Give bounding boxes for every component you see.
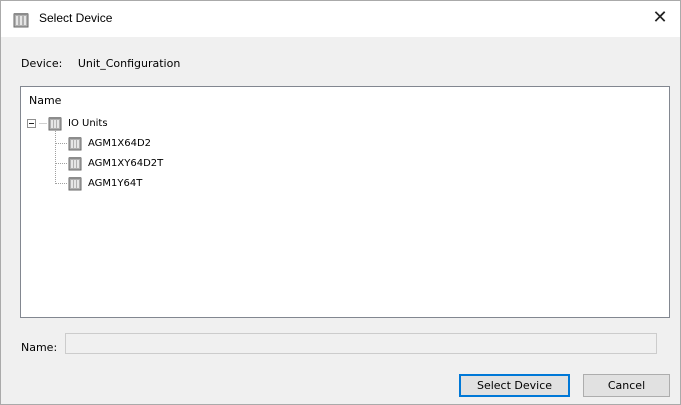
close-icon: ✕ <box>652 7 668 28</box>
tree-node-label: AGM1Y64T <box>88 177 143 189</box>
module-icon <box>68 156 82 170</box>
title-bar: Select Device ✕ <box>1 1 680 37</box>
tree-node-agm1x64d2[interactable]: AGM1X64D2 <box>68 135 151 151</box>
name-field[interactable] <box>65 333 657 354</box>
select-device-button[interactable]: Select Device <box>459 374 570 397</box>
cancel-button[interactable]: Cancel <box>583 374 670 397</box>
tree-node-io-units[interactable]: IO Units <box>48 115 108 131</box>
tree-node-agm1y64t[interactable]: AGM1Y64T <box>68 175 142 191</box>
module-icon <box>68 176 82 190</box>
device-row: Device: Unit_Configuration <box>21 57 180 70</box>
collapse-toggle[interactable] <box>27 119 36 128</box>
tree-node-label: AGM1X64D2 <box>88 137 152 149</box>
module-icon <box>48 116 62 130</box>
tree-node-label: AGM1XY64D2T <box>88 157 164 169</box>
tree-node-label: IO Units <box>68 117 108 129</box>
device-value: Unit_Configuration <box>77 57 181 70</box>
device-label: Device: <box>21 57 63 70</box>
close-button[interactable]: ✕ <box>640 1 680 37</box>
module-icon <box>13 13 29 28</box>
device-tree[interactable]: Name IO Units AGM1X64D2 AGM1XY64D2T AGM1… <box>20 86 670 318</box>
tree-node-agm1xy64d2t[interactable]: AGM1XY64D2T <box>68 155 163 171</box>
select-device-dialog: Select Device ✕ Device: Unit_Configurati… <box>0 0 681 405</box>
module-icon <box>68 136 82 150</box>
name-label: Name: <box>21 341 58 354</box>
window-title: Select Device <box>39 11 113 25</box>
